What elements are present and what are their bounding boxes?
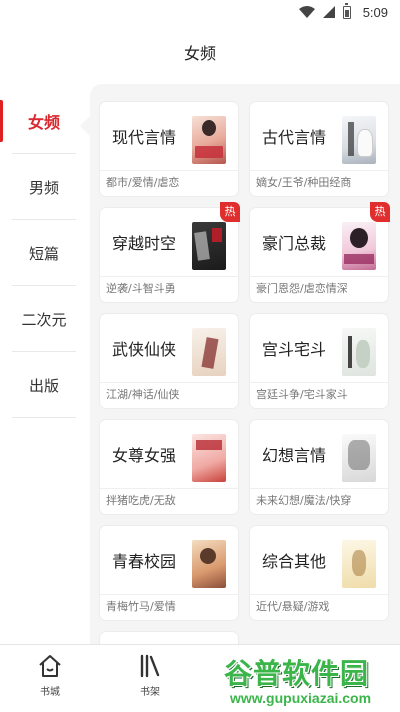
book-cover	[342, 540, 376, 588]
category-tags: 近代/悬疑/游戏	[256, 600, 330, 613]
nav-label: 书架	[140, 687, 160, 698]
category-tags: 豪门恩怨/虐恋情深	[256, 282, 348, 295]
category-card-ceo-romance[interactable]: 豪门总裁 豪门恩怨/虐恋情深 热	[250, 202, 390, 302]
category-tags: 都市/爱情/虐恋	[106, 176, 180, 189]
book-cover	[342, 222, 376, 270]
category-title: 穿越时空	[112, 234, 177, 253]
sidebar-item-male[interactable]: 男频	[0, 154, 88, 220]
category-card-wuxia[interactable]: 武侠仙侠 江湖/神话/仙侠	[100, 314, 238, 408]
nav-label: 书城	[40, 687, 60, 698]
category-title: 青春校园	[112, 552, 177, 571]
category-card-modern-romance[interactable]: 现代言情 都市/爱情/虐恋	[100, 102, 238, 196]
sidebar-item-label: 男频	[28, 178, 59, 197]
category-card-time-travel[interactable]: 穿越时空 逆袭/斗智斗勇 热	[100, 202, 240, 302]
active-pointer	[80, 116, 90, 136]
category-card-others[interactable]: 综合其他 近代/悬疑/游戏	[250, 526, 388, 620]
category-title: 现代言情	[112, 128, 177, 147]
sidebar-item-acg[interactable]: 二次元	[0, 286, 88, 352]
book-cover	[192, 222, 226, 270]
sidebar-item-label: 女频	[27, 113, 60, 132]
sidebar-item-label: 二次元	[21, 310, 67, 329]
book-cover	[342, 328, 376, 376]
category-title: 宫斗宅斗	[262, 340, 327, 359]
book-cover	[192, 116, 226, 164]
category-card-female-strong[interactable]: 女尊女强 拌猪吃虎/无敌	[100, 420, 238, 514]
status-time: 5:09	[362, 4, 388, 20]
sidebar-item-label: 短篇	[28, 244, 59, 263]
category-grid: 现代言情 都市/爱情/虐恋 古代言情 嫡女/王爷/种田经商 穿越时空 逆袭/斗智…	[90, 84, 400, 644]
page-title: 女频	[183, 44, 216, 63]
category-tags: 青梅竹马/爱情	[106, 600, 176, 613]
wifi-icon	[298, 6, 315, 18]
category-tags: 逆袭/斗智斗勇	[106, 282, 176, 295]
sidebar-item-label: 出版	[28, 376, 59, 395]
category-card-ancient-romance[interactable]: 古代言情 嫡女/王爷/种田经商	[250, 102, 388, 196]
signal-icon	[322, 6, 335, 18]
bookshelf-icon	[140, 654, 160, 678]
category-title: 女尊女强	[112, 446, 177, 465]
category-tags: 未来幻想/魔法/快穿	[256, 494, 352, 507]
category-tags: 嫡女/王爷/种田经商	[256, 176, 352, 189]
nav-item-bookshelf[interactable]: 书架	[120, 653, 180, 698]
category-card-campus[interactable]: 青春校园 青梅竹马/爱情	[100, 526, 238, 620]
sidebar-item-published[interactable]: 出版	[0, 352, 88, 418]
battery-icon	[342, 2, 351, 19]
watermark-brand: 谷普软件园	[224, 657, 370, 690]
book-cover	[192, 540, 226, 588]
category-title: 幻想言情	[262, 446, 327, 465]
book-cover	[342, 116, 376, 164]
category-title: 古代言情	[262, 128, 327, 147]
hot-badge: 热	[220, 202, 240, 222]
home-icon	[39, 655, 61, 677]
sidebar-item-female[interactable]: 女频	[0, 88, 88, 154]
category-title: 豪门总裁	[262, 234, 327, 253]
site-watermark: 谷普软件园 www.gupuxiazai.com	[224, 652, 400, 712]
sidebar-item-short[interactable]: 短篇	[0, 220, 88, 286]
category-sidebar: 女频 男频 短篇 二次元 出版	[0, 88, 88, 644]
category-title: 综合其他	[262, 552, 327, 571]
category-card-fantasy-romance[interactable]: 幻想言情 未来幻想/魔法/快穿	[250, 420, 388, 514]
book-cover	[192, 434, 226, 482]
category-card-palace[interactable]: 宫斗宅斗 宫廷斗争/宅斗家斗	[250, 314, 388, 408]
hot-badge: 热	[370, 202, 390, 222]
status-bar: 5:09	[0, 0, 400, 24]
watermark-url: www.gupuxiazai.com	[230, 690, 372, 706]
category-title: 武侠仙侠	[112, 340, 177, 359]
book-cover	[342, 434, 376, 482]
category-tags: 拌猪吃虎/无敌	[106, 494, 176, 507]
book-cover	[192, 328, 226, 376]
category-card-partial[interactable]	[100, 632, 238, 644]
category-tags: 宫廷斗争/宅斗家斗	[256, 388, 348, 401]
category-tags: 江湖/神话/仙侠	[106, 388, 180, 401]
nav-item-bookstore[interactable]: 书城	[20, 653, 80, 698]
